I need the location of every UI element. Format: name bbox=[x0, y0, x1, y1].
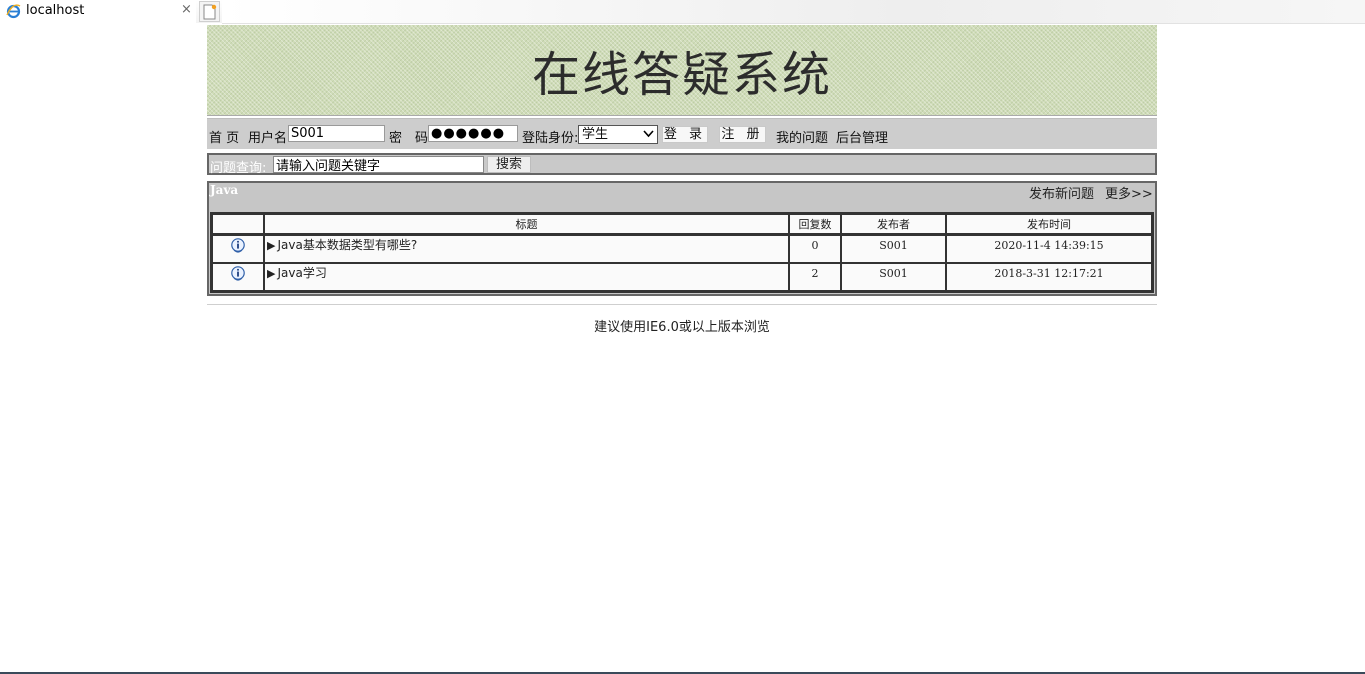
table-row[interactable]: ▶ Java基本数据类型有哪些? 0 S001 2020-11-4 14:39:1… bbox=[212, 235, 1152, 263]
more-link[interactable]: 更多>> bbox=[1105, 183, 1153, 202]
author-cell: S001 bbox=[841, 263, 946, 291]
author-cell: S001 bbox=[841, 235, 946, 263]
footer-divider bbox=[207, 304, 1157, 305]
time-cell: 2020-11-4 14:39:15 bbox=[946, 235, 1152, 263]
question-title-cell[interactable]: ▶ Java基本数据类型有哪些? bbox=[264, 235, 789, 263]
browser-tab[interactable]: localhost × bbox=[0, 0, 196, 23]
page-container: 在线答疑系统 首 页 用户名: 密 码: 登陆身份: 学生 登 录 注 册 我的… bbox=[207, 25, 1157, 335]
info-icon bbox=[231, 266, 245, 281]
tab-title: localhost bbox=[26, 3, 85, 18]
question-title-link[interactable]: Java学习 bbox=[277, 266, 326, 280]
table-header-row: 标题 回复数 发布者 发布时间 bbox=[212, 214, 1152, 235]
username-label: 用户名: bbox=[248, 131, 292, 146]
question-title-cell[interactable]: ▶ Java学习 bbox=[264, 263, 789, 291]
column-header-replies: 回复数 bbox=[789, 214, 841, 235]
site-title: 在线答疑系统 bbox=[531, 47, 832, 103]
replies-cell: 0 bbox=[789, 235, 841, 263]
tab-bar-background bbox=[222, 0, 1365, 24]
replies-cell: 2 bbox=[789, 263, 841, 291]
home-link[interactable]: 首 页 bbox=[209, 127, 239, 146]
triangle-right-icon: ▶ bbox=[267, 267, 276, 280]
login-button[interactable]: 登 录 bbox=[662, 126, 708, 143]
header-banner: 在线答疑系统 bbox=[207, 25, 1157, 116]
admin-link[interactable]: 后台管理 bbox=[836, 127, 888, 146]
role-label: 登陆身份: bbox=[522, 131, 579, 146]
password-input[interactable] bbox=[428, 125, 518, 142]
password-label: 密 码: bbox=[389, 131, 433, 146]
category-panel: Java 发布新问题 更多>> 标题 回复数 发布者 发布时间 ▶ Java基本… bbox=[207, 181, 1157, 296]
role-select-value: 学生 bbox=[582, 127, 609, 142]
search-bar: 问题查询: 搜索 bbox=[207, 153, 1157, 176]
footer-text: 建议使用IE6.0或以上版本浏览 bbox=[594, 320, 770, 335]
close-tab-icon[interactable]: × bbox=[181, 2, 192, 17]
search-label: 问题查询: bbox=[210, 161, 267, 176]
column-header-title: 标题 bbox=[264, 214, 789, 235]
question-title-link[interactable]: Java基本数据类型有哪些? bbox=[277, 238, 417, 252]
chevron-down-icon bbox=[643, 126, 654, 147]
new-tab-icon bbox=[203, 4, 217, 20]
info-icon bbox=[231, 238, 245, 253]
column-header-author: 发布者 bbox=[841, 214, 946, 235]
row-icon-cell bbox=[212, 235, 264, 263]
username-input[interactable] bbox=[288, 125, 385, 142]
question-table: 标题 回复数 发布者 发布时间 ▶ Java基本数据类型有哪些? 0 S001 … bbox=[210, 212, 1154, 293]
new-tab-button[interactable] bbox=[199, 1, 220, 22]
table-row[interactable]: ▶ Java学习 2 S001 2018-3-31 12:17:21 bbox=[212, 263, 1152, 291]
column-header-icon bbox=[212, 214, 264, 235]
row-icon-cell bbox=[212, 263, 264, 291]
search-button[interactable]: 搜索 bbox=[487, 156, 531, 173]
register-button[interactable]: 注 册 bbox=[719, 126, 766, 143]
category-title: Java bbox=[210, 183, 239, 197]
triangle-right-icon: ▶ bbox=[267, 239, 276, 252]
column-header-time: 发布时间 bbox=[946, 214, 1152, 235]
browser-tab-bar: localhost × bbox=[0, 0, 1365, 24]
ie-browser-icon bbox=[6, 4, 21, 19]
time-cell: 2018-3-31 12:17:21 bbox=[946, 263, 1152, 291]
role-select[interactable]: 学生 bbox=[578, 125, 658, 144]
new-question-link[interactable]: 发布新问题 bbox=[1029, 183, 1094, 202]
login-bar: 首 页 用户名: 密 码: 登陆身份: 学生 登 录 注 册 我的问题 后台管理 bbox=[207, 118, 1157, 149]
search-input[interactable] bbox=[273, 156, 484, 173]
my-questions-link[interactable]: 我的问题 bbox=[776, 127, 828, 146]
